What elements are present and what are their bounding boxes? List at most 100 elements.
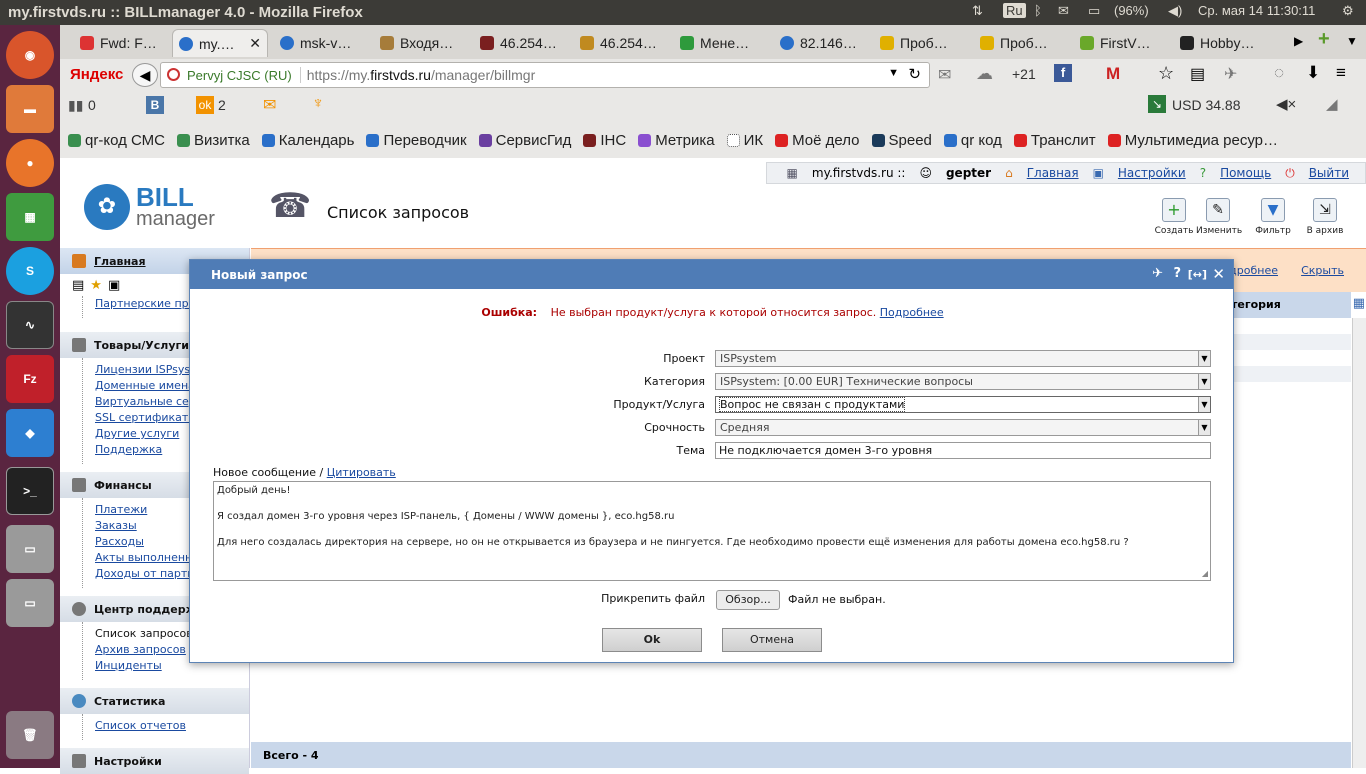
vk-icon[interactable]: В bbox=[146, 96, 164, 114]
menu-icon[interactable]: ≡ bbox=[1336, 63, 1346, 83]
tab-10[interactable]: FirstV… bbox=[1074, 29, 1170, 57]
tab-5[interactable]: 46.254… bbox=[574, 29, 670, 57]
tools-icon[interactable]: ◢ bbox=[1326, 95, 1338, 113]
addon-icon[interactable]: ✈ bbox=[1224, 64, 1237, 84]
category-select[interactable]: ISPsystem: [0.00 EUR] Технические вопрос… bbox=[715, 373, 1211, 390]
odnoklassniki-count[interactable]: 2 bbox=[218, 97, 226, 113]
mute-icon[interactable]: ◀× bbox=[1276, 95, 1296, 113]
archive-button[interactable]: ⇲ В архив bbox=[1303, 198, 1347, 236]
battery-icon[interactable]: ▭ bbox=[1088, 3, 1100, 19]
tab-list-icon[interactable]: ▼ bbox=[1346, 34, 1358, 48]
tab-8[interactable]: Проб… bbox=[874, 29, 970, 57]
reload-icon[interactable]: ↻ bbox=[908, 65, 921, 83]
tab-9[interactable]: Проб… bbox=[974, 29, 1070, 57]
tab-7[interactable]: 82.146… bbox=[774, 29, 870, 57]
keyboard-layout[interactable]: Ru bbox=[1003, 3, 1026, 18]
bookmark-3[interactable]: Переводчик bbox=[366, 132, 467, 149]
mail-icon[interactable]: ✉ bbox=[1058, 3, 1069, 19]
new-tab-icon[interactable]: + bbox=[1318, 28, 1330, 51]
spreadsheet-icon[interactable]: ▦ bbox=[6, 193, 54, 241]
bookmark-10[interactable]: qr код bbox=[943, 132, 1002, 149]
product-select[interactable]: Вопрос не связан с продуктами ▼ bbox=[715, 396, 1211, 413]
weather-icon[interactable]: ☁ bbox=[976, 64, 993, 84]
identity-label[interactable]: Pervyj CJSC (RU) bbox=[187, 68, 292, 83]
browse-button[interactable]: Обзор... bbox=[716, 590, 780, 610]
power-icon[interactable]: ⚙ bbox=[1342, 3, 1354, 19]
filter-button[interactable]: ▼ Фильтр bbox=[1251, 198, 1295, 236]
column-settings-icon[interactable]: ▦ bbox=[1353, 296, 1365, 311]
odnoklassniki-icon[interactable]: ok bbox=[196, 96, 214, 114]
column-category-header[interactable]: тегория bbox=[1231, 298, 1281, 311]
logout-link[interactable]: Выйти bbox=[1309, 166, 1349, 180]
menu-section-statistics[interactable]: Статистика bbox=[60, 688, 249, 714]
tab-3[interactable]: Входя… bbox=[374, 29, 470, 57]
signal-icon[interactable]: ▮▮ bbox=[68, 97, 83, 114]
ubuntu-dash-icon[interactable]: ◉ bbox=[6, 31, 54, 79]
bookmark-11[interactable]: Транслит bbox=[1013, 132, 1096, 149]
system-monitor-icon[interactable]: ∿ bbox=[6, 301, 54, 349]
dialog-error-details-link[interactable]: Подробнее bbox=[880, 306, 944, 319]
bookmark-4[interactable]: СервисГид bbox=[478, 132, 571, 149]
home-link[interactable]: Главная bbox=[1027, 166, 1079, 180]
drive-icon-2[interactable]: ▭ bbox=[6, 579, 54, 627]
dialog-titlebar[interactable]: Новый запрос ✈ ? [↔] ✕ bbox=[190, 260, 1233, 289]
subject-input[interactable]: Не подключается домен 3-го уровня bbox=[715, 442, 1211, 459]
tab-6[interactable]: Мене… bbox=[674, 29, 770, 57]
menu-section-settings[interactable]: Настройки bbox=[60, 748, 249, 774]
bookmark-12[interactable]: Мультимедиа ресур… bbox=[1107, 132, 1278, 149]
bluetooth-icon[interactable]: ᛒ bbox=[1034, 3, 1042, 18]
sync-icon[interactable]: ⇅ bbox=[972, 3, 983, 19]
edit-button[interactable]: ✎ Изменить bbox=[1196, 198, 1242, 236]
dialog-help-icon[interactable]: ? bbox=[1173, 266, 1181, 281]
create-button[interactable]: + Создать bbox=[1152, 198, 1196, 236]
weather-temp[interactable]: +21 bbox=[1012, 66, 1036, 82]
gmail-icon[interactable]: M bbox=[1106, 64, 1120, 84]
list-view-icon[interactable]: ▤ bbox=[72, 278, 84, 293]
project-select[interactable]: ISPsystem ▼ bbox=[715, 350, 1211, 367]
odnoklassniki-alt-icon[interactable]: ♆ bbox=[312, 95, 324, 113]
bookmark-2[interactable]: Календарь bbox=[261, 132, 354, 149]
tree-view-icon[interactable]: ▣ bbox=[108, 278, 120, 293]
terminal-icon[interactable]: >_ bbox=[6, 467, 54, 515]
firefox-icon[interactable]: ● bbox=[6, 139, 54, 187]
bookmark-star-icon[interactable]: ☆ bbox=[1158, 63, 1174, 84]
ok-button[interactable]: Ok bbox=[602, 628, 702, 652]
files-icon[interactable]: ▬ bbox=[6, 85, 54, 133]
tab-0[interactable]: Fwd: F… bbox=[74, 29, 172, 57]
back-button[interactable]: ◀ bbox=[132, 63, 158, 87]
bookmark-6[interactable]: Метрика bbox=[638, 132, 715, 149]
message-textarea[interactable]: Добрый день! Я создал домен 3-го уровня … bbox=[213, 481, 1211, 581]
tab-scroll-right-icon[interactable]: ▶ bbox=[1294, 34, 1303, 48]
bookmark-7[interactable]: ИК bbox=[726, 132, 763, 149]
urgency-select[interactable]: Средняя ▼ bbox=[715, 419, 1211, 436]
help-link[interactable]: Помощь bbox=[1220, 166, 1271, 180]
bookmark-0[interactable]: qr-код СМС bbox=[68, 132, 165, 149]
list-scrollbar[interactable] bbox=[1352, 318, 1366, 768]
url-bar[interactable]: Pervyj CJSC (RU) https://my. firstvds.ru /… bbox=[160, 62, 930, 88]
volume-icon[interactable]: ◀) bbox=[1168, 3, 1182, 19]
mail-count[interactable]: 0 bbox=[88, 97, 96, 113]
list-error-hide-link[interactable]: Скрыть bbox=[1301, 264, 1344, 277]
tab-1[interactable]: my.… ✕ bbox=[172, 29, 268, 57]
tab-close-icon[interactable]: ✕ bbox=[249, 35, 261, 52]
clock[interactable]: Ср. мая 14 11:30:11 bbox=[1198, 3, 1315, 18]
bookmark-8[interactable]: Моё дело bbox=[775, 132, 860, 149]
mail-check-icon[interactable]: ✉ bbox=[938, 65, 951, 85]
download-icon[interactable]: ⬇ bbox=[1306, 63, 1320, 83]
skype-icon[interactable]: S bbox=[6, 247, 54, 295]
sync-tab-icon[interactable]: ◌ bbox=[1274, 63, 1284, 83]
quote-link[interactable]: Цитировать bbox=[327, 466, 396, 479]
bookmarks-menu-icon[interactable]: ▤ bbox=[1190, 64, 1205, 84]
favorites-star-icon[interactable]: ★ bbox=[90, 278, 102, 293]
drive-icon[interactable]: ▭ bbox=[6, 525, 54, 573]
dialog-close-icon[interactable]: ✕ bbox=[1212, 265, 1225, 283]
bookmark-1[interactable]: Визитка bbox=[177, 132, 250, 149]
dropbox-icon[interactable]: ◆ bbox=[6, 409, 54, 457]
mailru-icon[interactable]: ✉ bbox=[263, 95, 276, 115]
yandex-label[interactable]: Яндекс bbox=[70, 66, 123, 83]
facebook-icon[interactable]: f bbox=[1054, 64, 1072, 82]
tab-2[interactable]: msk-v… bbox=[274, 29, 370, 57]
settings-link[interactable]: Настройки bbox=[1118, 166, 1186, 180]
dialog-expand-icon[interactable]: [↔] bbox=[1188, 268, 1207, 281]
tab-11[interactable]: Hobby… bbox=[1174, 29, 1284, 57]
